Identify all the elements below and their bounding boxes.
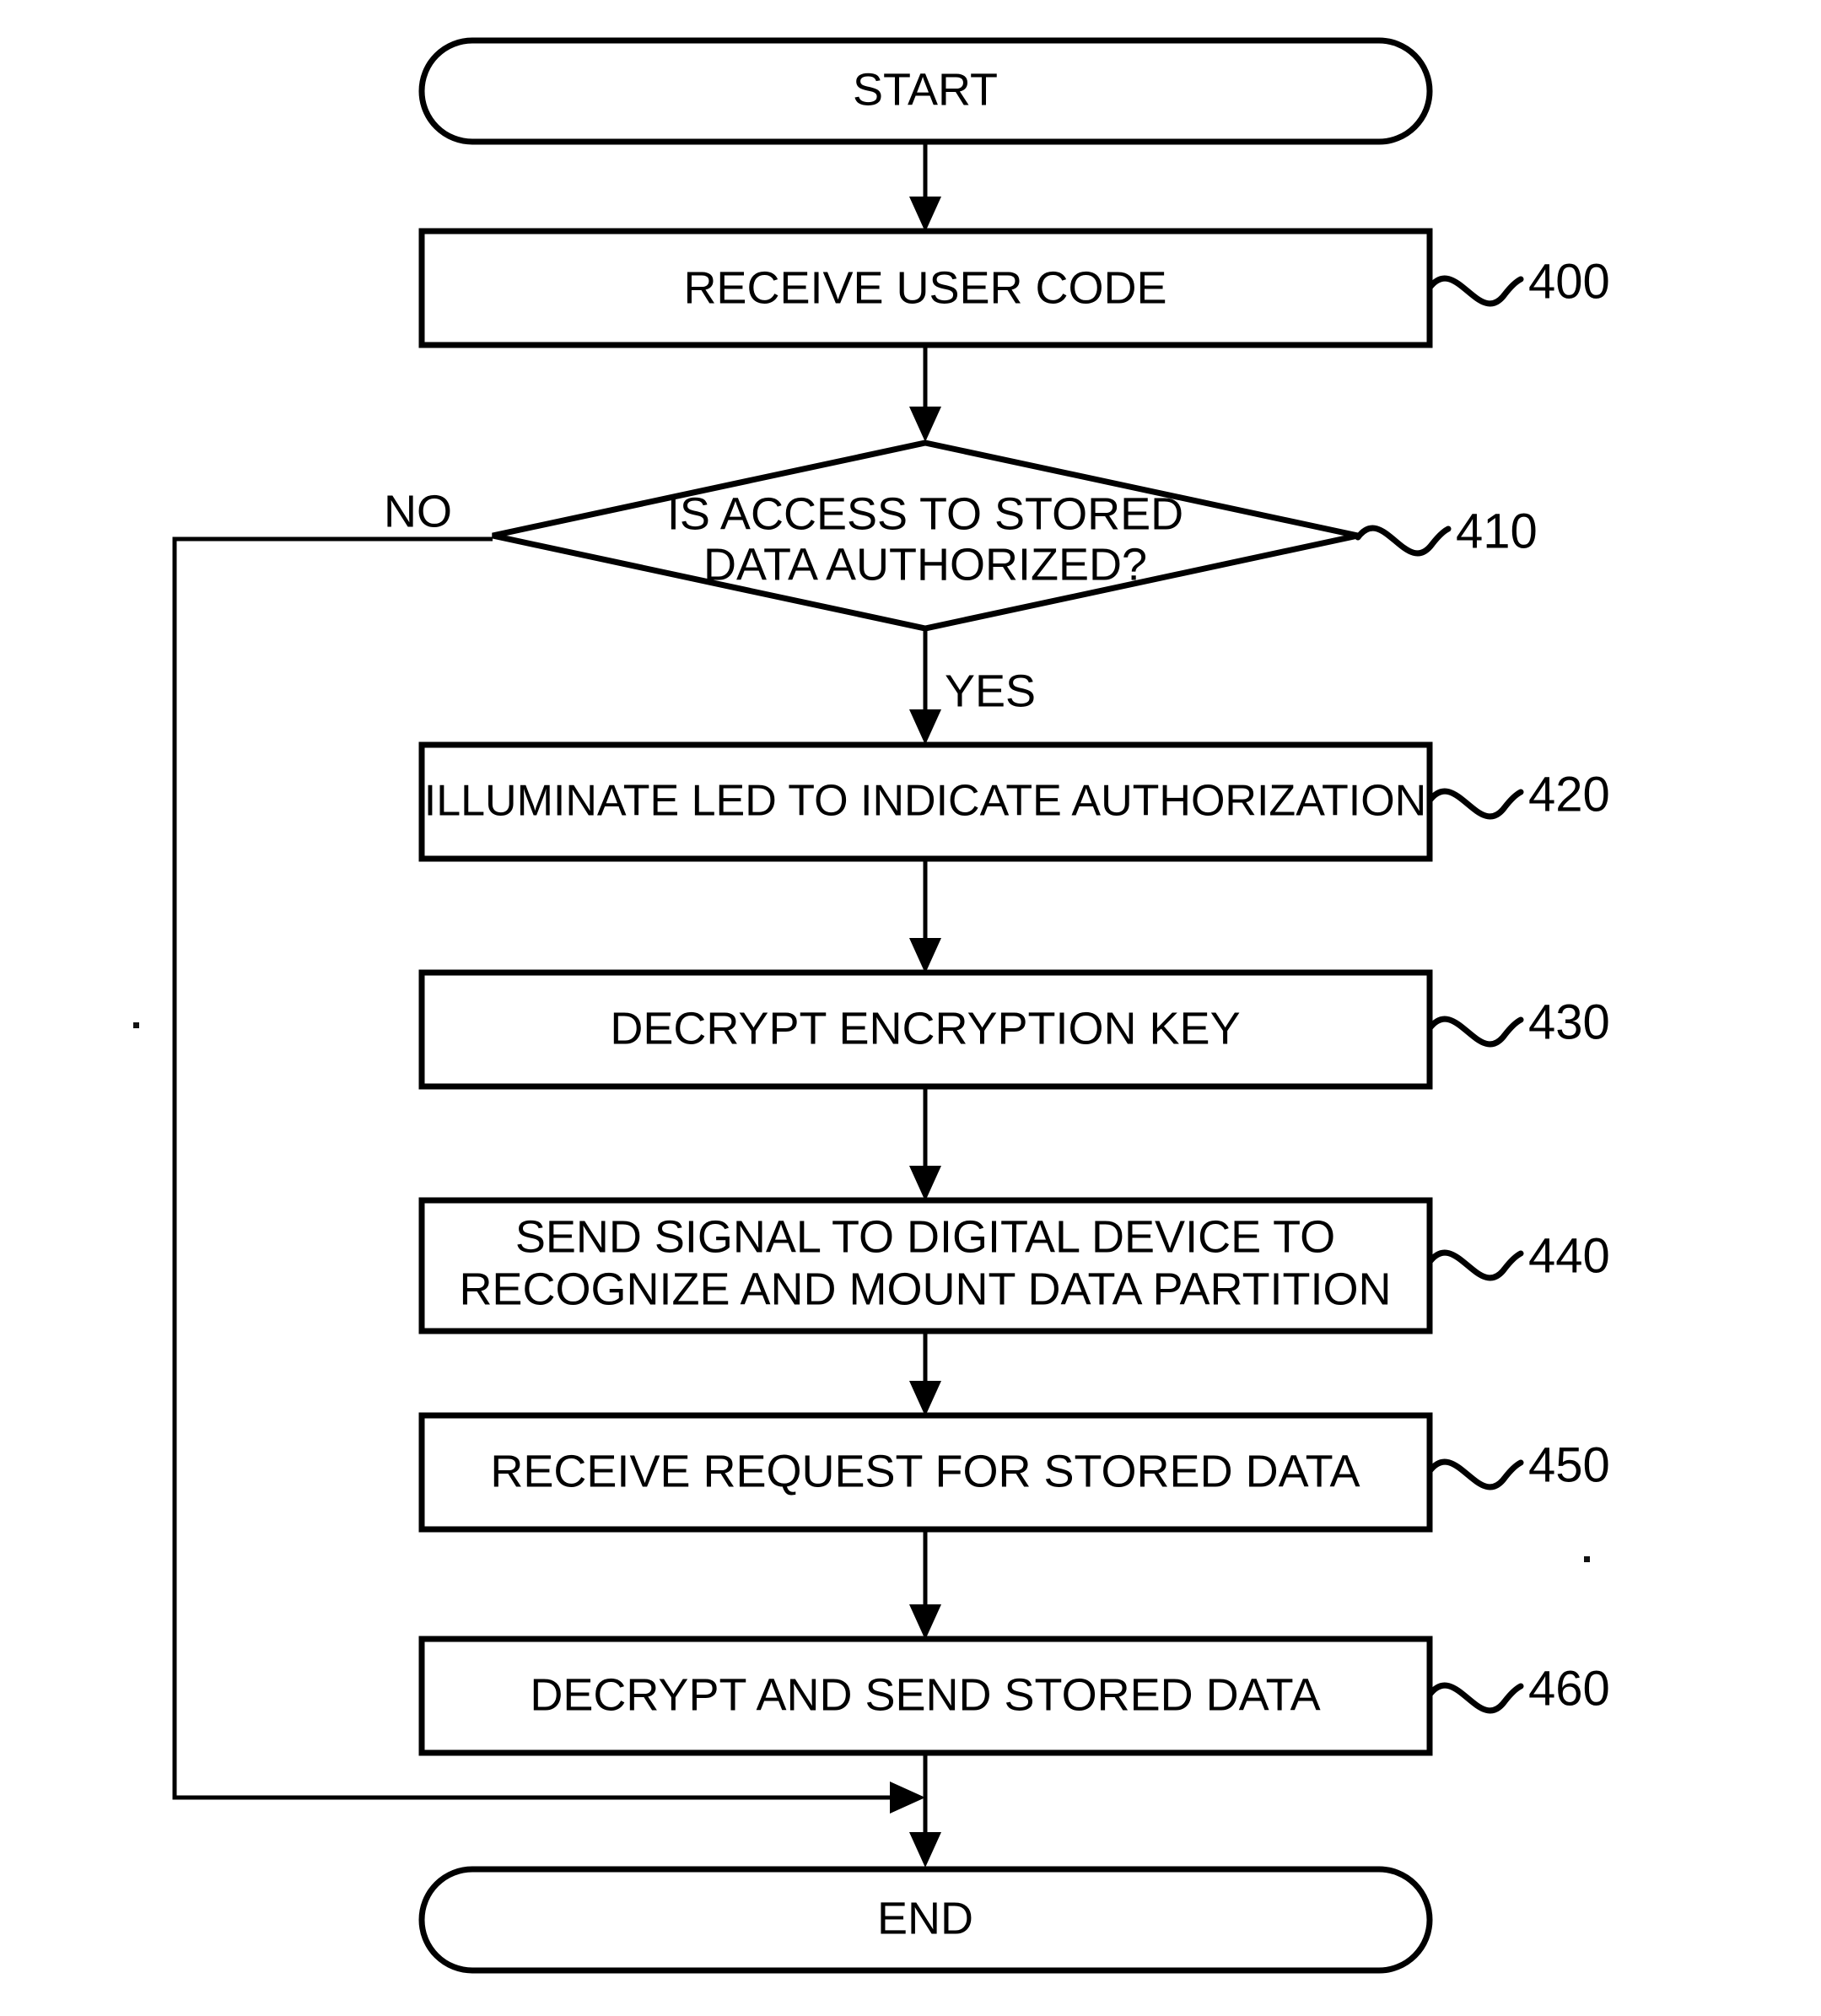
branch-label-yes: YES (945, 666, 1036, 716)
flowchart-page: START RECEIVE USER CODE 400 IS ACCESS TO… (0, 0, 1821, 2016)
squiggle-leader-icon (1355, 525, 1452, 557)
node-450[interactable]: RECEIVE REQUEST FOR STORED DATA (418, 1412, 1433, 1533)
ref-label-440: 440 (1528, 1228, 1610, 1283)
ref-leader-460: 460 (1426, 1661, 1610, 1716)
arrowhead-icon (909, 1604, 941, 1640)
arrowhead-icon (909, 1166, 941, 1201)
node-start[interactable]: START (418, 37, 1433, 145)
node-440-label-line1: SEND SIGNAL TO DIGITAL DEVICE TO (515, 1211, 1335, 1262)
arrowhead-icon (909, 197, 941, 232)
ref-leader-430: 430 (1426, 995, 1610, 1049)
ref-label-460: 460 (1528, 1661, 1610, 1716)
arrowhead-icon (890, 1782, 925, 1814)
squiggle-leader-icon (1426, 1016, 1524, 1048)
node-440-label-line2: RECOGNIZE AND MOUNT DATA PARTITION (459, 1264, 1391, 1314)
connector-440-to-450 (909, 1331, 941, 1416)
ref-leader-450: 450 (1426, 1437, 1610, 1492)
node-400-label: RECEIVE USER CODE (683, 262, 1166, 313)
arrowhead-icon (909, 1832, 941, 1868)
ref-label-420: 420 (1528, 767, 1610, 822)
arrowhead-icon (909, 709, 941, 745)
connector-450-to-460 (909, 1529, 941, 1640)
ref-label-450: 450 (1528, 1437, 1610, 1492)
start-label: START (853, 64, 998, 115)
node-end[interactable]: END (418, 1866, 1433, 1974)
node-440[interactable]: SEND SIGNAL TO DIGITAL DEVICE TO RECOGNI… (418, 1197, 1433, 1334)
node-460-label: DECRYPT AND SEND STORED DATA (530, 1669, 1320, 1720)
node-410-label-line2: DATA AUTHORIZED? (703, 539, 1147, 590)
arrowhead-icon (909, 1381, 941, 1416)
branch-label-no: NO (384, 486, 452, 536)
ref-leader-440: 440 (1426, 1228, 1610, 1283)
connector-430-to-440 (909, 1086, 941, 1201)
flowchart-canvas: START RECEIVE USER CODE 400 IS ACCESS TO… (133, 37, 1610, 1974)
node-410[interactable]: IS ACCESS TO STORED DATA AUTHORIZED? (492, 439, 1359, 632)
connector-400-to-410 (909, 345, 941, 442)
connector-420-to-430 (909, 859, 941, 973)
node-430-label: DECRYPT ENCRYPTION KEY (610, 1003, 1240, 1054)
node-460[interactable]: DECRYPT AND SEND STORED DATA (418, 1636, 1433, 1756)
node-450-label: RECEIVE REQUEST FOR STORED DATA (490, 1446, 1360, 1496)
ref-leader-410: 410 (1355, 504, 1538, 558)
connector-410-to-420 (909, 628, 941, 745)
scan-speck (1584, 1556, 1590, 1562)
squiggle-leader-icon (1426, 275, 1524, 307)
squiggle-leader-icon (1426, 1249, 1524, 1281)
ref-leader-400: 400 (1426, 254, 1610, 309)
ref-label-400: 400 (1528, 254, 1610, 309)
arrowhead-icon (909, 407, 941, 442)
connector-no-path (172, 536, 925, 1814)
ref-label-430: 430 (1528, 995, 1610, 1049)
node-430[interactable]: DECRYPT ENCRYPTION KEY (418, 969, 1433, 1090)
squiggle-leader-icon (1426, 1682, 1524, 1714)
ref-label-410: 410 (1456, 504, 1538, 558)
squiggle-leader-icon (1426, 1458, 1524, 1490)
node-410-label-line1: IS ACCESS TO STORED (667, 488, 1183, 539)
squiggle-leader-icon (1426, 788, 1524, 820)
node-420-label: ILLUMINATE LED TO INDICATE AUTHORIZATION (424, 777, 1426, 826)
node-420[interactable]: ILLUMINATE LED TO INDICATE AUTHORIZATION (418, 741, 1433, 862)
ref-leader-420: 420 (1426, 767, 1610, 822)
connector-460-to-end (909, 1753, 941, 1868)
arrowhead-icon (909, 938, 941, 973)
end-label: END (877, 1893, 973, 1943)
connector-start-to-400 (909, 142, 941, 232)
node-400[interactable]: RECEIVE USER CODE (418, 228, 1433, 348)
scan-speck (133, 1022, 139, 1028)
